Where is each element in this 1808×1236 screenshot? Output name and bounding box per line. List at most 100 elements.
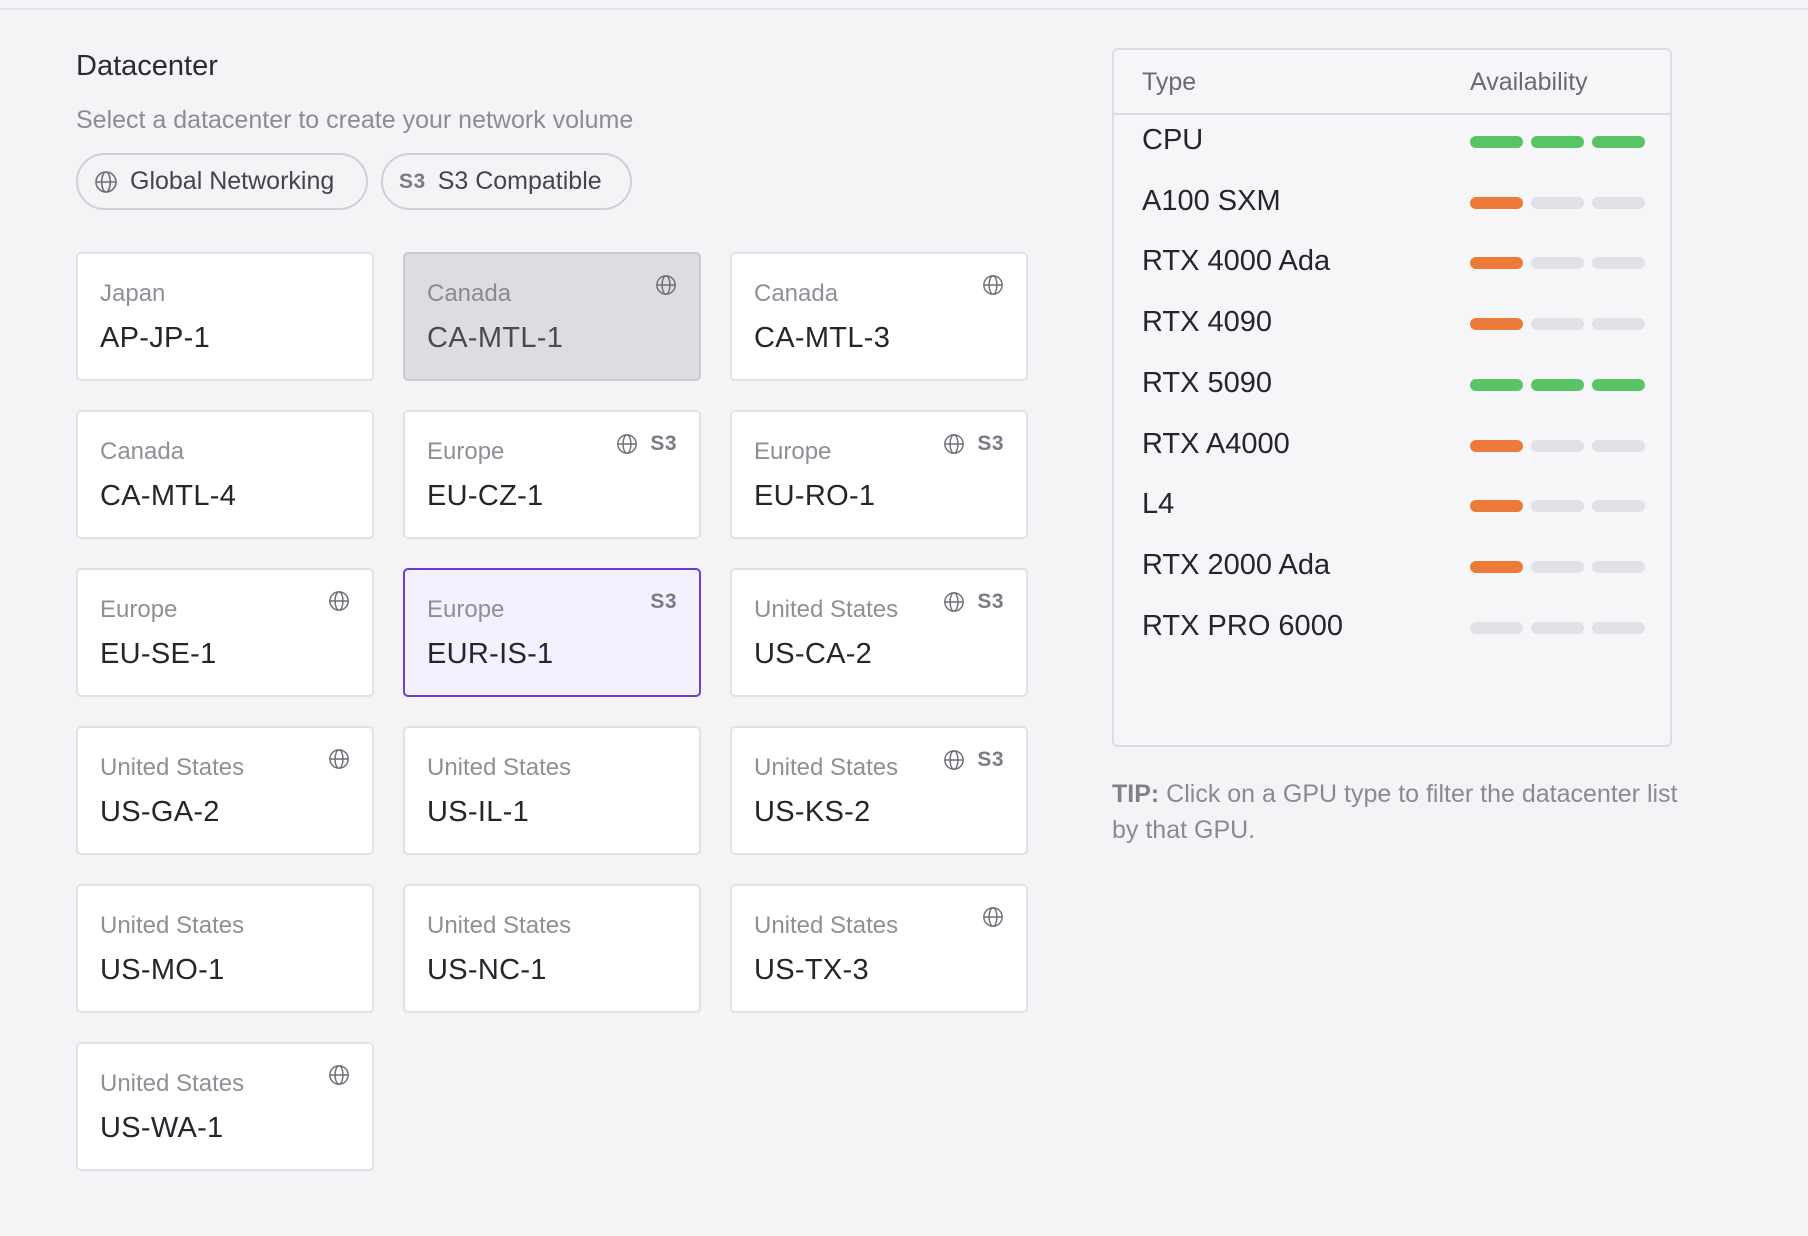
gpu-type-label: RTX 5090 bbox=[1142, 366, 1273, 399]
datacenter-code: EU-SE-1 bbox=[100, 638, 217, 670]
availability-bar bbox=[1470, 560, 1523, 573]
availability-bar bbox=[1531, 378, 1584, 391]
availability-meter bbox=[1470, 318, 1645, 331]
availability-meter bbox=[1470, 560, 1645, 573]
globe-icon bbox=[616, 433, 638, 455]
top-divider bbox=[0, 8, 1808, 10]
availability-bar bbox=[1592, 621, 1645, 634]
globe-icon bbox=[328, 748, 350, 770]
gpu-type-label: RTX 4090 bbox=[1142, 306, 1273, 339]
global-networking-filter[interactable]: Global Networking bbox=[76, 153, 368, 210]
datacenter-badges: S3 bbox=[616, 432, 677, 456]
datacenter-region: Canada bbox=[100, 438, 185, 465]
globe-icon bbox=[943, 591, 965, 613]
gpu-type-label: L4 bbox=[1142, 488, 1175, 521]
datacenter-region: Europe bbox=[427, 596, 505, 623]
s3-compatible-label: S3 Compatible bbox=[437, 167, 602, 195]
datacenter-region: United States bbox=[427, 912, 572, 939]
datacenter-card-ca-mtl-4[interactable]: Canada CA-MTL-4 bbox=[76, 410, 374, 539]
datacenter-code: CA-MTL-4 bbox=[100, 480, 237, 512]
availability-bar bbox=[1592, 196, 1645, 209]
availability-bar bbox=[1470, 378, 1523, 391]
gpu-row-rtx-4090[interactable]: RTX 4090 bbox=[1114, 298, 1670, 348]
globe-icon bbox=[982, 906, 1004, 928]
availability-meter bbox=[1470, 621, 1645, 634]
availability-bar bbox=[1531, 196, 1584, 209]
globe-icon bbox=[943, 749, 965, 771]
s3-icon: S3 bbox=[650, 432, 677, 455]
gpu-row-l4[interactable]: L4 bbox=[1114, 480, 1670, 530]
datacenter-badges: S3 bbox=[943, 590, 1004, 614]
availability-bar bbox=[1592, 318, 1645, 331]
gpu-row-rtx-5090[interactable]: RTX 5090 bbox=[1114, 359, 1670, 409]
datacenter-region: Canada bbox=[427, 280, 512, 307]
availability-bar bbox=[1470, 500, 1523, 513]
datacenter-card-us-mo-1[interactable]: United States US-MO-1 bbox=[76, 884, 374, 1013]
tip-message: Click on a GPU type to filter the datace… bbox=[1112, 780, 1678, 844]
s3-icon: S3 bbox=[977, 432, 1004, 455]
availability-bar bbox=[1531, 500, 1584, 513]
availability-bar bbox=[1470, 136, 1523, 148]
datacenter-badges bbox=[328, 748, 350, 770]
datacenter-card-us-il-1[interactable]: United States US-IL-1 bbox=[403, 726, 701, 855]
datacenter-card-us-ca-2[interactable]: United States US-CA-2 S3 bbox=[730, 568, 1028, 697]
datacenter-badges bbox=[328, 590, 350, 612]
gpu-row-cpu[interactable]: CPU bbox=[1114, 116, 1670, 166]
availability-bar bbox=[1470, 257, 1523, 270]
type-column-header: Type bbox=[1142, 68, 1197, 96]
datacenter-card-eu-cz-1[interactable]: Europe EU-CZ-1 S3 bbox=[403, 410, 701, 539]
availability-meter bbox=[1470, 439, 1645, 452]
gpu-type-label: RTX 4000 Ada bbox=[1142, 245, 1331, 278]
gpu-row-rtx-pro-6000[interactable]: RTX PRO 6000 bbox=[1114, 602, 1670, 652]
datacenter-card-eu-ro-1[interactable]: Europe EU-RO-1 S3 bbox=[730, 410, 1028, 539]
datacenter-badges: S3 bbox=[943, 432, 1004, 456]
globe-icon bbox=[943, 433, 965, 455]
gpu-row-rtx-2000-ada[interactable]: RTX 2000 Ada bbox=[1114, 541, 1670, 591]
tip-label: TIP: bbox=[1112, 780, 1160, 808]
datacenter-code: AP-JP-1 bbox=[100, 322, 211, 354]
datacenter-code: EUR-IS-1 bbox=[427, 638, 554, 670]
availability-bar bbox=[1531, 257, 1584, 270]
datacenter-badges bbox=[982, 274, 1004, 296]
globe-icon bbox=[328, 1064, 350, 1086]
datacenter-code: US-IL-1 bbox=[427, 796, 530, 828]
gpu-row-a100-sxm[interactable]: A100 SXM bbox=[1114, 177, 1670, 227]
globe-icon bbox=[655, 274, 677, 296]
datacenter-card-us-ga-2[interactable]: United States US-GA-2 bbox=[76, 726, 374, 855]
datacenter-card-eur-is-1[interactable]: Europe EUR-IS-1 S3 bbox=[403, 568, 701, 697]
datacenter-card-us-nc-1[interactable]: United States US-NC-1 bbox=[403, 884, 701, 1013]
gpu-type-label: A100 SXM bbox=[1142, 184, 1281, 217]
availability-bar bbox=[1592, 257, 1645, 270]
gpu-row-rtx-4000-ada[interactable]: RTX 4000 Ada bbox=[1114, 237, 1670, 287]
datacenter-code: CA-MTL-1 bbox=[427, 322, 564, 354]
datacenter-card-us-wa-1[interactable]: United States US-WA-1 bbox=[76, 1042, 374, 1171]
gpu-row-rtx-a4000[interactable]: RTX A4000 bbox=[1114, 420, 1670, 470]
availability-bar bbox=[1592, 560, 1645, 573]
availability-bar bbox=[1592, 439, 1645, 452]
tip-text: TIP: Click on a GPU type to filter the d… bbox=[1112, 776, 1692, 848]
s3-icon: S3 bbox=[399, 169, 426, 193]
datacenter-card-ca-mtl-3[interactable]: Canada CA-MTL-3 bbox=[730, 252, 1028, 381]
datacenter-card-ca-mtl-1: Canada CA-MTL-1 bbox=[403, 252, 701, 381]
datacenter-card-us-tx-3[interactable]: United States US-TX-3 bbox=[730, 884, 1028, 1013]
datacenter-code: US-KS-2 bbox=[754, 796, 871, 828]
availability-bar bbox=[1531, 621, 1584, 634]
datacenter-region: United States bbox=[100, 754, 245, 781]
datacenter-card-us-ks-2[interactable]: United States US-KS-2 S3 bbox=[730, 726, 1028, 855]
gpu-availability-panel: Type Availability CPU A100 SXM RTX 4000 Ad… bbox=[1112, 48, 1672, 747]
globe-icon bbox=[982, 274, 1004, 296]
datacenter-code: EU-RO-1 bbox=[754, 480, 876, 512]
datacenter-region: United States bbox=[754, 912, 899, 939]
datacenter-region: United States bbox=[100, 912, 245, 939]
datacenter-badges: S3 bbox=[650, 590, 677, 614]
availability-header: Type Availability bbox=[1114, 50, 1670, 115]
s3-compatible-filter[interactable]: S3 S3 Compatible bbox=[381, 153, 632, 210]
globe-icon bbox=[328, 590, 350, 612]
availability-bar bbox=[1470, 318, 1523, 331]
datacenter-card-ap-jp-1[interactable]: Japan AP-JP-1 bbox=[76, 252, 374, 381]
datacenter-badges: S3 bbox=[943, 748, 1004, 772]
gpu-type-label: RTX A4000 bbox=[1142, 427, 1290, 460]
datacenter-code: US-GA-2 bbox=[100, 796, 220, 828]
global-networking-label: Global Networking bbox=[130, 167, 335, 195]
datacenter-card-eu-se-1[interactable]: Europe EU-SE-1 bbox=[76, 568, 374, 697]
